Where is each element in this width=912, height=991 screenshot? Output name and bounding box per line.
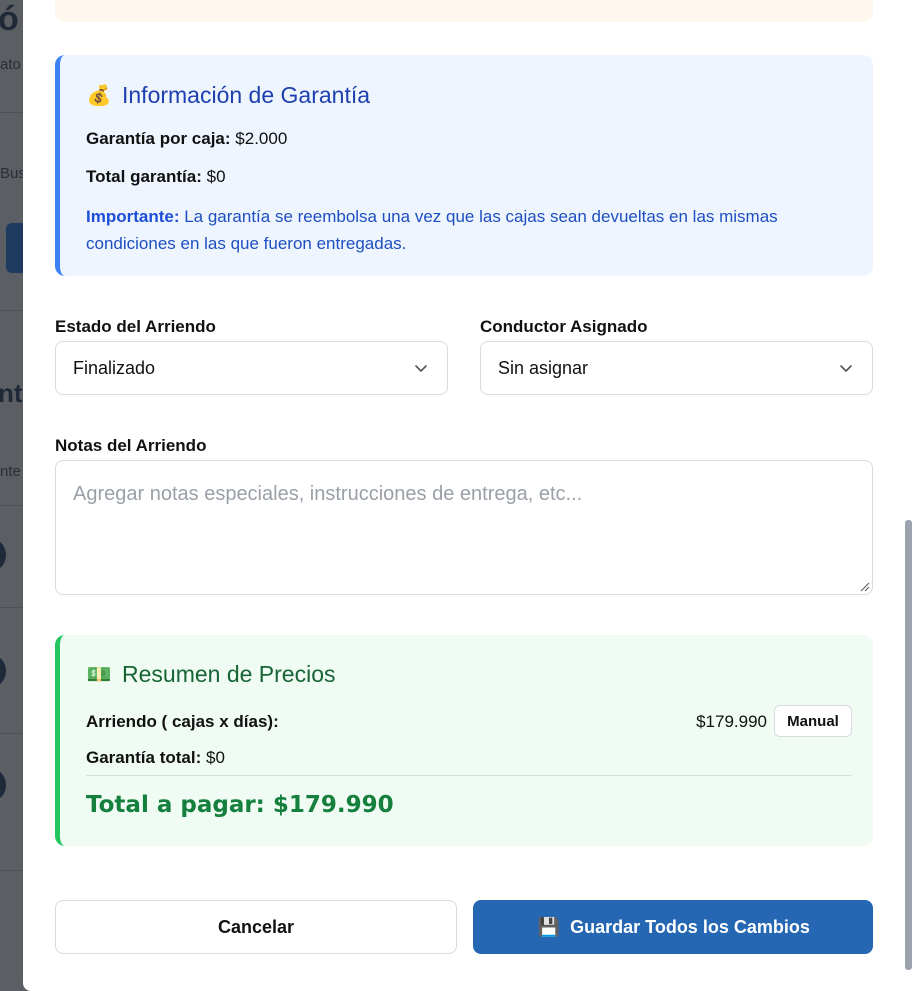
status-label: Estado del Arriendo — [55, 317, 216, 336]
price-divider — [86, 775, 852, 776]
rental-price-row: Arriendo ( cajas x días): — [86, 712, 279, 732]
guarantee-per-box-value: $2.000 — [235, 129, 288, 148]
guarantee-total-value: $0 — [206, 167, 226, 186]
money-bill-icon: 💵 — [86, 664, 112, 686]
background-avatar — [0, 656, 6, 686]
floppy-disk-icon: 💾 — [537, 916, 561, 937]
guarantee-per-box-label: Garantía por caja: — [86, 129, 231, 148]
status-select[interactable]: Finalizado — [55, 341, 448, 395]
background-avatar — [0, 770, 6, 800]
important-label: Importante: — [86, 207, 180, 226]
important-text: La garantía se reembolsa una vez que las… — [86, 207, 778, 253]
price-title-text: Resumen de Precios — [122, 661, 336, 687]
background-avatar — [0, 540, 6, 570]
save-button-label: Guardar Todos los Cambios — [570, 916, 810, 937]
chevron-down-icon — [840, 365, 852, 372]
guarantee-total-row: Garantía total: $0 — [86, 748, 225, 768]
money-bag-icon: 💰 — [86, 85, 112, 107]
guarantee-important-note: Importante: La garantía se reembolsa una… — [86, 203, 856, 257]
driver-select[interactable]: Sin asignar — [480, 341, 873, 395]
guarantee-per-box: Garantía por caja: $2.000 — [86, 129, 287, 149]
rental-price-label: Arriendo ( cajas x días): — [86, 712, 279, 731]
manual-price-button[interactable]: Manual — [774, 705, 852, 737]
chevron-down-icon — [415, 365, 427, 372]
total-to-pay: Total a pagar: $179.990 — [86, 792, 394, 818]
background-heading-fragment: ó — [0, 0, 19, 38]
notes-placeholder: Agregar notas especiales, instrucciones … — [73, 483, 583, 505]
cancel-button-label: Cancelar — [217, 916, 295, 937]
background-search-fragment: Bus — [0, 165, 26, 182]
notes-textarea[interactable]: Agregar notas especiales, instrucciones … — [55, 460, 873, 595]
price-guarantee-label: Garantía total: — [86, 748, 202, 767]
rental-price-value: $179.990 — [696, 712, 767, 731]
cancel-button[interactable]: Cancelar — [55, 900, 457, 954]
guarantee-total-label: Total garantía: — [86, 167, 202, 186]
background-heading-fragment: nt — [0, 378, 23, 408]
price-summary-card: 💵 Resumen de Precios Arriendo ( cajas x … — [55, 635, 873, 846]
edit-rental-modal: 💰 Información de Garantía Garantía por c… — [23, 0, 912, 991]
guarantee-total: Total garantía: $0 — [86, 167, 226, 187]
guarantee-title-text: Información de Garantía — [122, 82, 371, 108]
save-all-changes-button[interactable]: 💾 Guardar Todos los Cambios — [473, 900, 873, 954]
background-text-fragment: nte — [0, 463, 21, 480]
driver-label: Conductor Asignado — [480, 317, 648, 336]
modal-scrollbar[interactable] — [905, 520, 912, 970]
guarantee-info-card: 💰 Información de Garantía Garantía por c… — [55, 55, 873, 276]
resize-handle-icon[interactable] — [858, 580, 870, 592]
previous-section-card — [55, 0, 873, 22]
status-select-value: Finalizado — [73, 357, 156, 378]
price-guarantee-value: $0 — [205, 748, 225, 767]
price-card-title: 💵 Resumen de Precios — [86, 661, 336, 688]
background-text-fragment: ato — [0, 56, 21, 73]
guarantee-card-title: 💰 Información de Garantía — [86, 82, 370, 109]
notes-label: Notas del Arriendo — [55, 436, 207, 455]
driver-select-value: Sin asignar — [498, 357, 589, 378]
